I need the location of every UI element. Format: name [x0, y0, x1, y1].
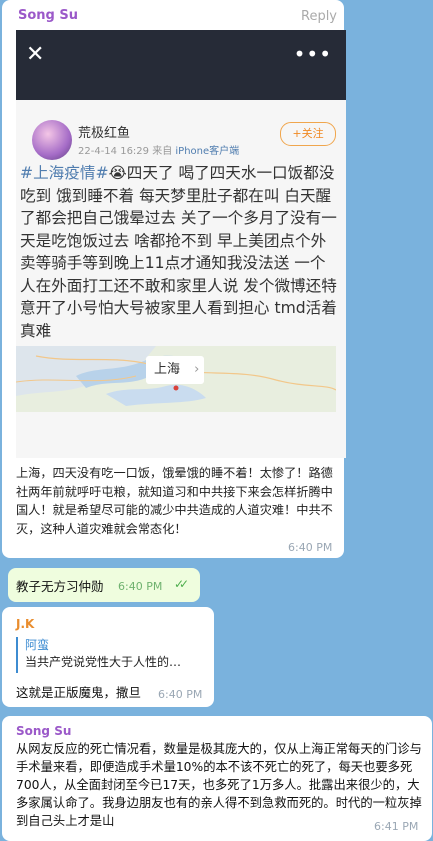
quoted-text: 当共产党说党性大于人性的…	[25, 655, 182, 669]
weibo-hashtag: #上海疫情#	[20, 164, 109, 182]
map-location-label: 上海 ›	[146, 356, 204, 384]
close-icon: ✕	[26, 42, 45, 67]
message-time: 6:41 PM	[374, 820, 419, 833]
weibo-screenshot-body: 荒极红鱼 22-4-14 16:29 来自 iPhone客户端 +关注 #上海疫…	[16, 100, 346, 458]
message-time: 6:40 PM	[118, 580, 163, 593]
location-map: 上海 ›	[16, 346, 336, 412]
weibo-post-meta: 22-4-14 16:29 来自 iPhone客户端	[78, 142, 239, 157]
weibo-post-text: #上海疫情#😭四天了 喝了四天水一口饭都没吃到 饿到睡不着 每天梦里肚子都在叫 …	[20, 162, 340, 342]
sender-name[interactable]: Song Su	[18, 8, 78, 23]
sender-name[interactable]: Song Su	[16, 724, 71, 738]
message-bubble-jk[interactable]: J.K 阿蛮 当共产党说党性大于人性的… 这就是正版魔鬼，撒旦 6:40 PM	[2, 607, 214, 707]
avatar	[32, 120, 72, 160]
crying-emoji: 😭	[108, 164, 127, 182]
quoted-reply[interactable]: 阿蛮 当共产党说党性大于人性的…	[16, 637, 205, 673]
read-check-icon: ✓✓	[174, 577, 189, 591]
chevron-right-icon: ›	[194, 362, 200, 377]
weibo-post-from: 来自	[152, 146, 173, 157]
message-text: 这就是正版魔鬼，撒旦	[16, 685, 142, 700]
message-bubble-song-su-1[interactable]: Song Su Reply ✕ ••• 荒极红鱼 22-4-14 16:29 来…	[2, 0, 346, 558]
message-text: 教子无方习仲勋	[16, 579, 104, 594]
weibo-post-date: 22-4-14 16:29	[78, 146, 150, 157]
message-time: 6:40 PM	[158, 688, 203, 701]
sender-name[interactable]: J.K	[16, 617, 34, 631]
weibo-post-body: 四天了 喝了四天水一口饭都没吃到 饿到睡不着 每天梦里肚子都在叫 白天醒了都会把…	[20, 164, 337, 340]
map-location-name: 上海	[154, 362, 181, 377]
message-bubble-outgoing[interactable]: 教子无方习仲勋 6:40 PM ✓✓	[8, 568, 200, 602]
message-text: 从网友反应的死亡情况看，数量是极其庞大的，仅从上海正常每天的门诊与手术量来看，即…	[16, 742, 422, 828]
more-icon: •••	[293, 42, 332, 66]
message-bubble-song-su-2[interactable]: Song Su 从网友反应的死亡情况看，数量是极其庞大的，仅从上海正常每天的门诊…	[2, 716, 432, 841]
message-text: 上海，四天没有吃一口饭，饿晕饿的睡不着！太惨了！路德社两年前就呼吁屯粮，就知道习…	[16, 466, 333, 536]
weibo-screenshot-header: ✕ •••	[16, 30, 346, 100]
quoted-sender: 阿蛮	[25, 638, 50, 652]
weibo-username: 荒极红鱼	[78, 126, 131, 141]
weibo-post-device: iPhone客户端	[175, 146, 240, 157]
follow-button: +关注	[280, 122, 336, 146]
reply-button[interactable]: Reply	[301, 9, 337, 24]
message-time: 6:40 PM	[288, 541, 333, 554]
